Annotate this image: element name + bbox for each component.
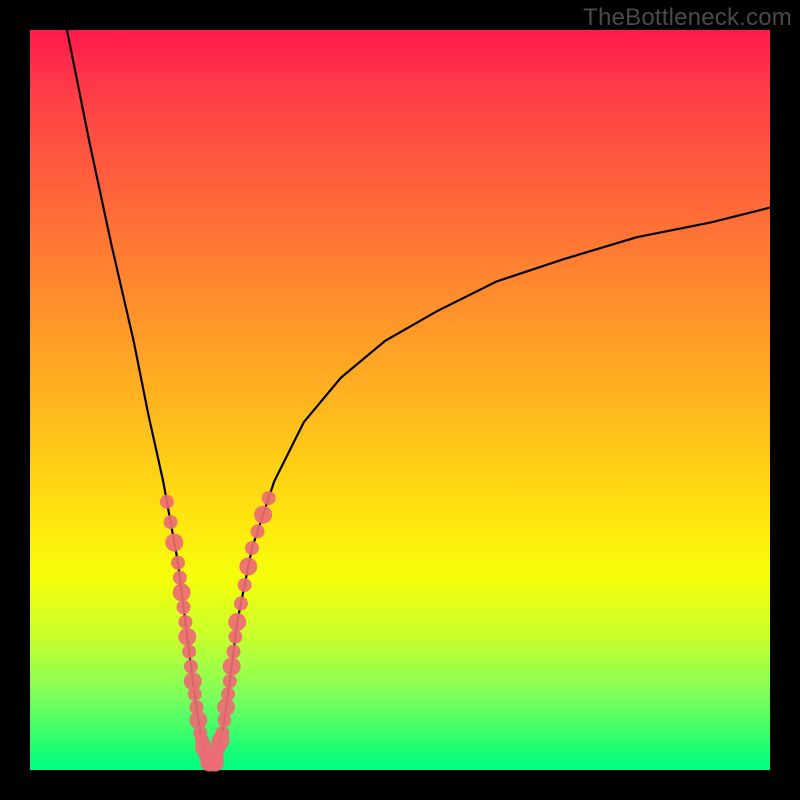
highlight-dot [173,571,187,585]
highlight-dot [234,597,248,611]
highlight-dot [182,645,196,659]
highlight-dot [254,506,272,524]
highlight-dot [178,628,196,646]
highlight-dot [228,630,242,644]
highlight-dot [171,556,185,570]
chart-frame: TheBottleneck.com [0,0,800,800]
highlight-dot [173,583,191,601]
highlight-dot [228,613,246,631]
highlight-dot [160,495,174,509]
highlight-dot [239,558,257,576]
highlight-dot [215,726,229,740]
highlight-dot [227,645,241,659]
highlight-dot [238,578,252,592]
highlight-dot [262,491,276,505]
highlight-dot [223,674,237,688]
highlight-dot [221,687,235,701]
bottleneck-curve [67,30,770,763]
bottleneck-curve-svg [30,30,770,770]
plot-area [30,30,770,770]
watermark-text: TheBottleneck.com [583,4,792,32]
highlight-dot [178,615,192,629]
highlight-dot [223,657,241,675]
highlight-dot [164,515,178,529]
highlight-dot [165,534,183,552]
highlight-dot [245,541,259,555]
highlight-dot [177,600,191,614]
highlight-dot [251,524,265,538]
highlight-dot [184,659,198,673]
highlight-dots [160,491,276,771]
highlight-dot [188,687,202,701]
